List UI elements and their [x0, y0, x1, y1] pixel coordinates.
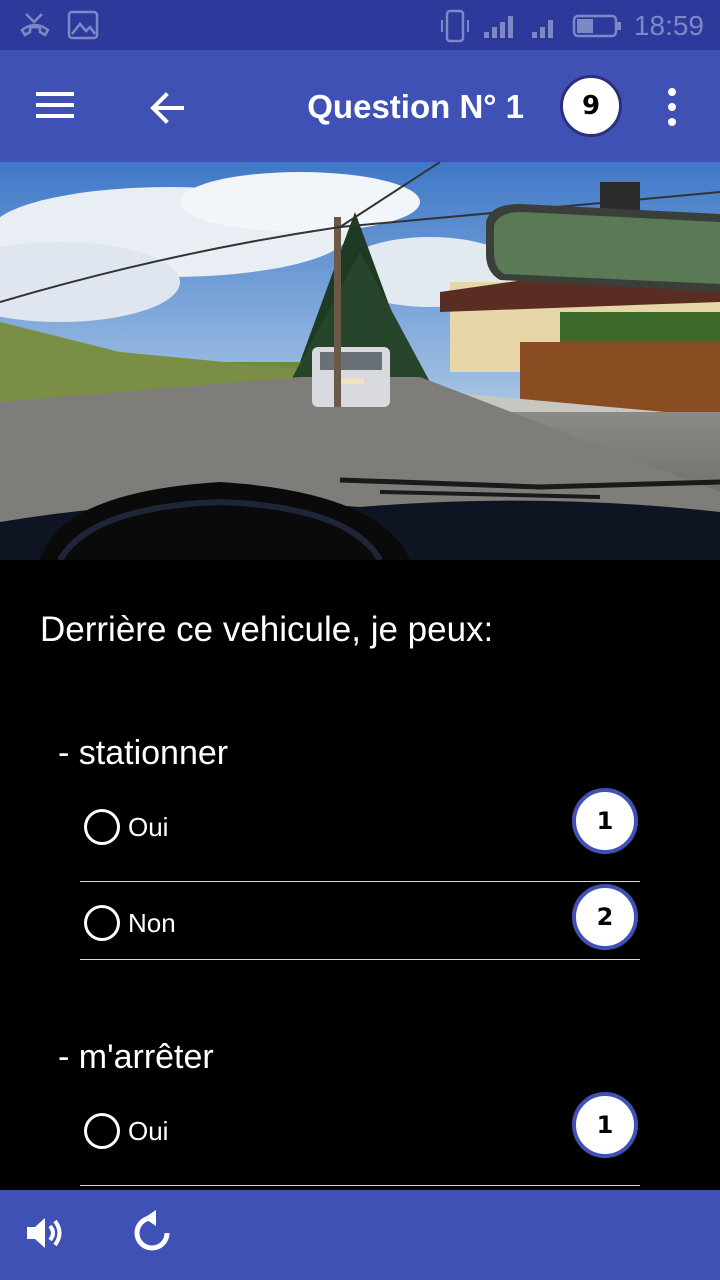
page-title: Question N° 1 [307, 88, 524, 125]
menu-icon[interactable] [36, 90, 76, 120]
radio-button[interactable] [84, 905, 120, 941]
option-number-badge: 1 [572, 1092, 638, 1158]
phone-vibrate-icon [440, 8, 470, 44]
option-number-badge: 2 [572, 884, 638, 950]
bottom-bar [0, 1190, 720, 1280]
overflow-menu-icon[interactable] [660, 86, 684, 128]
radio-button[interactable] [84, 1113, 120, 1149]
option-label: Oui [128, 1116, 169, 1146]
section-label-arreter: - m'arrêter [58, 1038, 214, 1076]
question-photo [0, 162, 720, 560]
question-count-badge[interactable]: 9 [560, 75, 622, 137]
image-icon [66, 8, 100, 42]
option-arreter-oui[interactable]: Oui 1 [80, 1090, 640, 1186]
missed-call-icon [18, 8, 52, 42]
volume-icon[interactable] [24, 1212, 66, 1254]
back-arrow-icon[interactable] [148, 88, 188, 128]
radio-button[interactable] [84, 809, 120, 845]
option-label: Non [128, 908, 176, 938]
signal-icon [482, 12, 518, 40]
section-label-stationner: - stationner [58, 734, 229, 772]
app-bar: Question N° 1 9 [0, 50, 720, 162]
question-text: Derrière ce vehicule, je peux: [40, 610, 494, 649]
signal-icon [530, 12, 560, 40]
option-number-badge: 1 [572, 788, 638, 854]
option-label: Oui [128, 812, 169, 842]
status-bar: 18:59 [0, 0, 720, 50]
status-time: 18:59 [633, 10, 704, 41]
option-stationner-non[interactable]: Non 2 [80, 864, 640, 960]
replay-icon[interactable] [132, 1210, 174, 1254]
battery-icon [572, 12, 622, 40]
